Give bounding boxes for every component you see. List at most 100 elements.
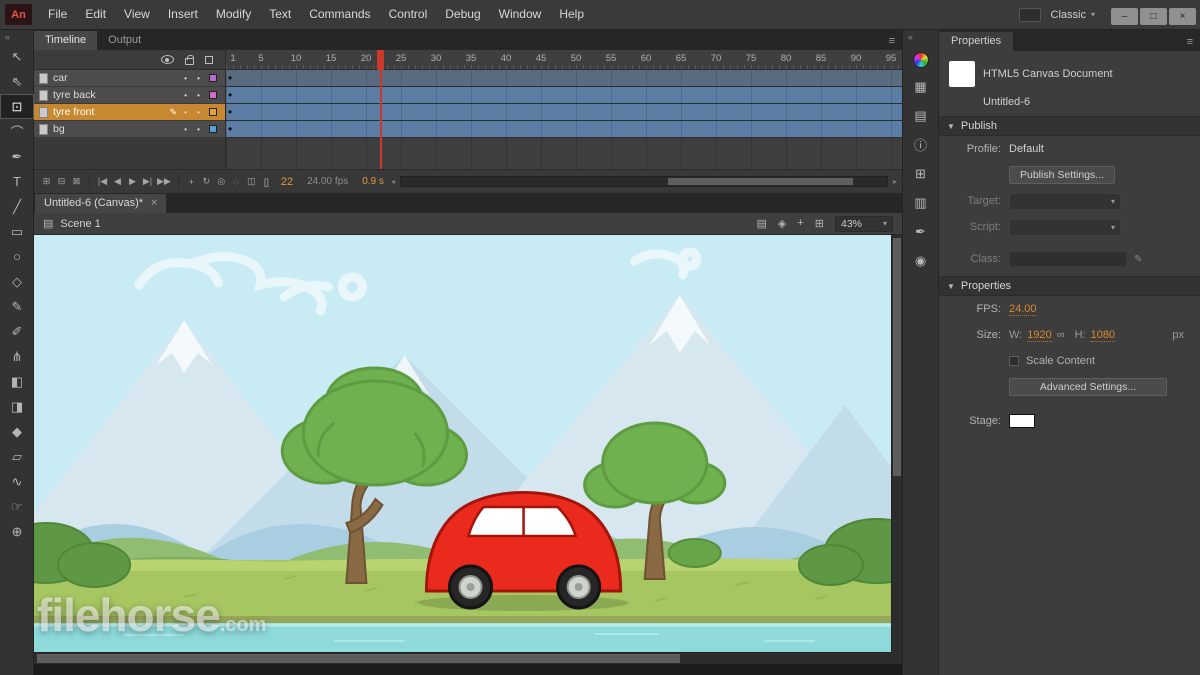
step-back-icon[interactable]: ◀	[110, 174, 125, 190]
timeline-h-scrollbar[interactable]	[399, 176, 888, 187]
layer-visibility-dot[interactable]: •	[179, 108, 192, 117]
tab-output[interactable]: Output	[97, 31, 152, 50]
motion-presets-icon[interactable]: ◉	[910, 250, 932, 271]
workspace-switcher[interactable]: Classic ▾	[1051, 9, 1095, 21]
restore-button[interactable]: □	[1140, 7, 1167, 25]
frame-span-tyre-front[interactable]: •	[226, 104, 902, 121]
bone-tool[interactable]: ⋔	[0, 344, 34, 369]
brush-tool[interactable]: ✐	[0, 319, 34, 344]
class-input[interactable]	[1009, 251, 1127, 267]
text-tool[interactable]: T	[0, 169, 34, 194]
play-icon[interactable]: ▶	[125, 174, 140, 190]
scene-name[interactable]: Scene 1	[60, 218, 100, 230]
layer-visibility-dot[interactable]: •	[179, 125, 192, 134]
edit-scene-icon[interactable]: ▤	[756, 217, 766, 230]
polystar-tool[interactable]: ◇	[0, 269, 34, 294]
lasso-tool[interactable]: ⌒	[0, 119, 34, 144]
playhead[interactable]	[377, 50, 384, 70]
script-select[interactable]: ▾	[1009, 218, 1121, 236]
edit-class-pencil-icon[interactable]: ✎	[1134, 254, 1142, 265]
paint-bucket-tool[interactable]: ◧	[0, 369, 34, 394]
step-forward-icon[interactable]: ▶|	[140, 174, 155, 190]
stage-v-scrollbar[interactable]	[891, 235, 902, 652]
cc-libraries-icon[interactable]: ▤	[910, 105, 932, 126]
timeline-panel-menu-icon[interactable]: ≡	[882, 35, 902, 50]
oval-tool[interactable]: ○	[0, 244, 34, 269]
edit-multiple-frames-icon[interactable]: ◫	[244, 174, 259, 190]
frame-span-tyre-back[interactable]: •	[226, 87, 902, 104]
layer-row-bg[interactable]: bg • •	[34, 121, 225, 138]
menu-item-edit[interactable]: Edit	[76, 0, 115, 29]
timeline-h-scrollbar-thumb[interactable]	[668, 178, 853, 185]
library-icon[interactable]: ▥	[910, 192, 932, 213]
properties-section-header[interactable]: ▼ Properties	[939, 276, 1200, 296]
timeline-ruler[interactable]: 1 5 10 15 20 25 30 35 40 45 50 55 60 65 70 75 80 85 90 95	[226, 50, 902, 70]
menu-item-view[interactable]: View	[115, 0, 159, 29]
target-select[interactable]: ▾	[1009, 192, 1121, 210]
collapse-panel-icon[interactable]: «	[0, 30, 33, 44]
new-folder-icon[interactable]: ⊟	[54, 174, 69, 190]
scroll-right-icon[interactable]: ▸	[893, 177, 897, 186]
minimize-button[interactable]: –	[1111, 7, 1138, 25]
layer-lock-dot[interactable]: •	[192, 74, 205, 83]
stage-h-scrollbar-thumb[interactable]	[37, 654, 680, 663]
menu-item-file[interactable]: File	[39, 0, 76, 29]
menu-item-commands[interactable]: Commands	[300, 0, 379, 29]
eraser-tool[interactable]: ▱	[0, 444, 34, 469]
layer-row-tyre-front[interactable]: tyre front ✎ • •	[34, 104, 225, 121]
layer-visibility-dot[interactable]: •	[179, 74, 192, 83]
layer-outline-color[interactable]	[209, 125, 217, 133]
pencil-tool[interactable]: ✎	[0, 294, 34, 319]
close-button[interactable]: ×	[1169, 7, 1196, 25]
layer-lock-dot[interactable]: •	[192, 91, 205, 100]
frame-span-bg[interactable]: •	[226, 121, 902, 138]
zoom-select[interactable]: 43% ▾	[835, 215, 893, 232]
menu-item-modify[interactable]: Modify	[207, 0, 260, 29]
layer-row-car[interactable]: car • •	[34, 70, 225, 87]
hand-tool[interactable]: ☞	[0, 494, 34, 519]
menu-item-help[interactable]: Help	[550, 0, 593, 29]
delete-layer-icon[interactable]: ⊠	[69, 174, 84, 190]
onion-skin-icon[interactable]: ◎	[214, 174, 229, 190]
eyedropper-tool[interactable]: ◆	[0, 419, 34, 444]
free-transform-tool[interactable]: ⊡	[0, 94, 34, 119]
layer-visibility-dot[interactable]: •	[179, 91, 192, 100]
center-stage-icon[interactable]: +	[797, 217, 803, 230]
align-icon[interactable]: ⊞	[910, 163, 932, 184]
brush-library-icon[interactable]: ✒	[910, 221, 932, 242]
current-frame-value[interactable]: 22	[281, 176, 293, 188]
go-to-first-frame-icon[interactable]: |◀	[95, 174, 110, 190]
grid-icon[interactable]: ⊞	[815, 217, 824, 230]
show-hide-all-layers-icon[interactable]	[161, 55, 174, 64]
new-layer-icon[interactable]: ⊞	[39, 174, 54, 190]
layer-outline-color[interactable]	[209, 74, 217, 82]
pen-tool[interactable]: ✒	[0, 144, 34, 169]
modify-markers-icon[interactable]: []	[259, 174, 274, 190]
timeline-frames-area[interactable]: 1 5 10 15 20 25 30 35 40 45 50 55 60 65 70 75 80 85 90 95 •…	[226, 50, 902, 169]
layer-outline-color[interactable]	[209, 91, 217, 99]
zoom-tool[interactable]: ⊕	[0, 519, 34, 544]
line-tool[interactable]: ╱	[0, 194, 34, 219]
publish-section-header[interactable]: ▼ Publish	[939, 116, 1200, 136]
selection-tool[interactable]: ↖	[0, 44, 34, 69]
width-value[interactable]: 1920	[1027, 329, 1052, 342]
adobe-color-icon[interactable]	[912, 52, 929, 68]
fps-value[interactable]: 24.00	[1009, 303, 1037, 316]
frame-rows[interactable]: • • • •	[226, 70, 902, 138]
close-icon[interactable]: ×	[151, 197, 157, 209]
ink-bottle-tool[interactable]: ◨	[0, 394, 34, 419]
layer-lock-dot[interactable]: •	[192, 125, 205, 134]
menu-item-debug[interactable]: Debug	[436, 0, 489, 29]
layer-outline-color[interactable]	[209, 108, 217, 116]
tab-properties[interactable]: Properties	[939, 32, 1014, 51]
document-tab[interactable]: Untitled-6 (Canvas)* ×	[35, 194, 167, 213]
rectangle-tool[interactable]: ▭	[0, 219, 34, 244]
stage-canvas[interactable]	[34, 235, 891, 652]
publish-settings-button[interactable]: Publish Settings...	[1009, 166, 1116, 184]
onion-skin-outlines-icon[interactable]: ◌	[229, 174, 244, 190]
edit-symbols-icon[interactable]: ◈	[778, 217, 786, 230]
swatches-icon[interactable]: ▦	[910, 76, 932, 97]
width-tool[interactable]: ∿	[0, 469, 34, 494]
subselection-tool[interactable]: ⇖	[0, 69, 34, 94]
menu-item-control[interactable]: Control	[380, 0, 437, 29]
